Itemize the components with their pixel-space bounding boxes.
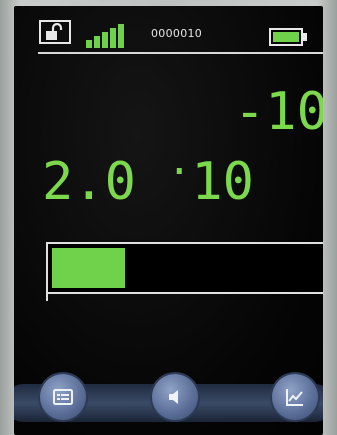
multiplier-dot: ·: [167, 149, 192, 195]
speaker-icon: [169, 390, 178, 404]
status-divider: [38, 52, 323, 54]
line-chart-icon: [286, 389, 303, 406]
signal-bar: [102, 32, 108, 48]
level-bar-tick-left: [46, 292, 48, 301]
unlocked-padlock-icon[interactable]: [39, 20, 71, 44]
signal-strength-icon: [86, 24, 128, 48]
sound-button[interactable]: [152, 374, 198, 420]
display-screen: 0000010 -10 2.0 ·10: [14, 6, 323, 435]
padlock-glyph: [46, 23, 63, 40]
signal-bar: [110, 28, 116, 48]
level-bar: [46, 242, 323, 301]
list-menu-icon: [53, 389, 73, 405]
battery-icon: [269, 28, 309, 46]
signal-bar: [118, 24, 124, 48]
battery-fill: [273, 32, 299, 42]
chart-button[interactable]: [272, 374, 318, 420]
reading-value: 2.0 ·10: [42, 146, 254, 208]
reading-mantissa: 2.0: [42, 152, 136, 212]
reading-exponent: -10: [234, 82, 323, 142]
menu-button[interactable]: [40, 374, 86, 420]
signal-bar: [94, 36, 100, 48]
level-bar-fill: [52, 248, 125, 288]
bottom-dock: [14, 368, 323, 435]
device-bezel: 0000010 -10 2.0 ·10: [0, 0, 337, 435]
signal-bar: [86, 40, 92, 48]
serial-number: 0000010: [151, 27, 203, 40]
reading-base: 10: [191, 152, 254, 212]
